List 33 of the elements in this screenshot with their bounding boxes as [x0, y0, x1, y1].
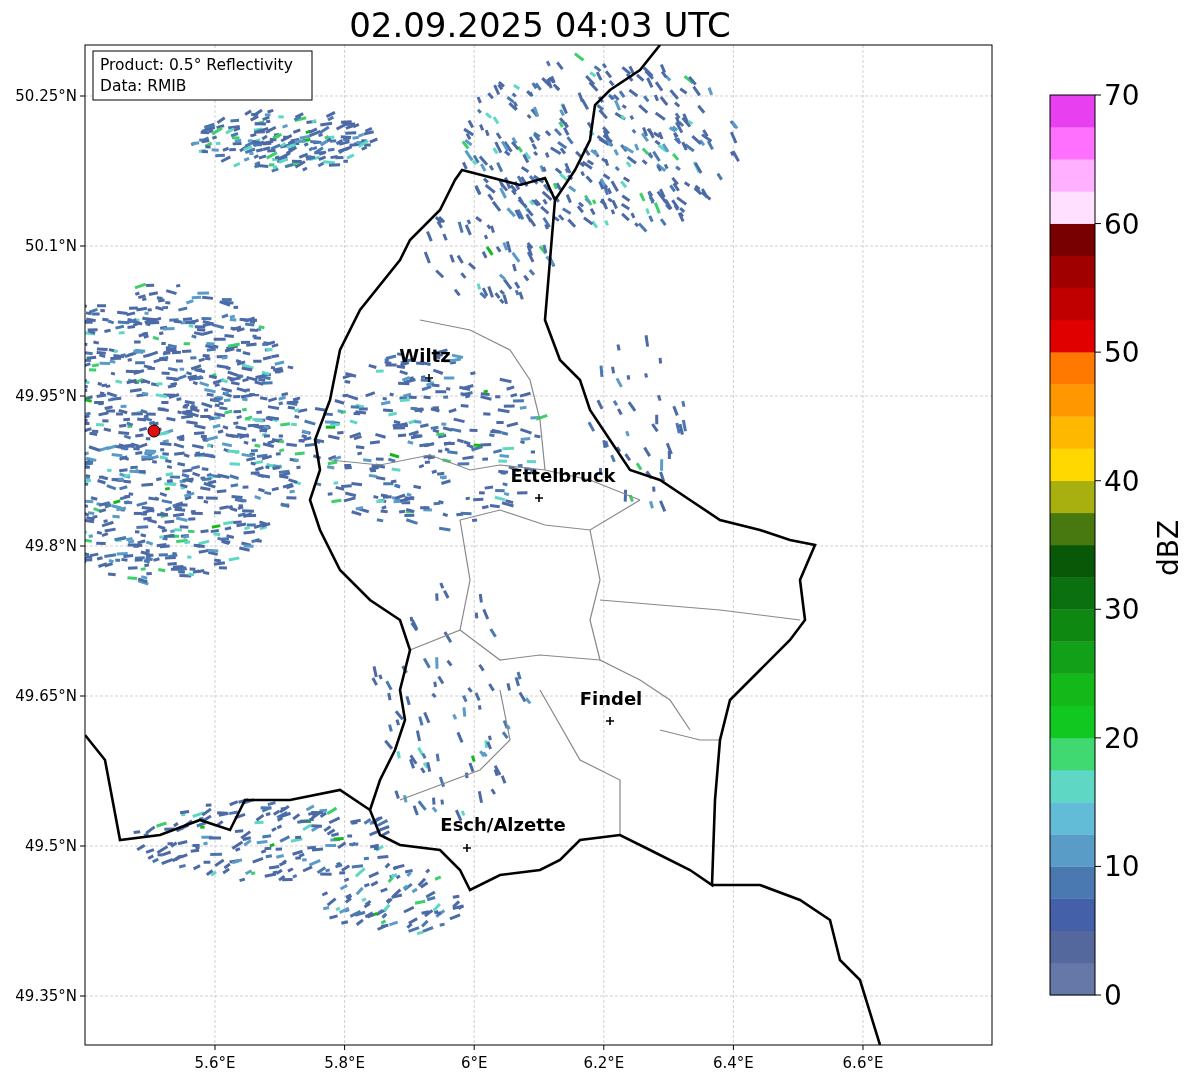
colorbar-tick-label: 10	[1104, 850, 1140, 884]
plus-marker-icon	[462, 843, 472, 853]
plus-marker-icon	[424, 373, 434, 383]
colorbar-tick-label: 60	[1104, 207, 1140, 241]
latitude-label: 49.65°N	[15, 687, 77, 705]
city-label: Ettelbruck	[510, 465, 616, 486]
colorbar-title: dBZ	[1152, 519, 1184, 577]
colorbar-tick-label: 70	[1104, 79, 1140, 112]
colorbar-tick-label: 50	[1104, 336, 1140, 370]
colorbar-tick-label: 40	[1104, 464, 1140, 498]
info-text: Product: 0.5° Reflectivity	[100, 56, 293, 74]
longitude-label: 5.8°E	[324, 1054, 365, 1072]
chart-title: 02.09.2025 04:03 UTC	[349, 5, 731, 45]
latitude-label: 49.8°N	[24, 537, 77, 555]
latitude-label: 49.35°N	[15, 987, 77, 1005]
longitude-label: 6.6°E	[842, 1054, 884, 1072]
latitude-label: 49.95°N	[15, 387, 77, 405]
longitude-label: 5.6°E	[194, 1054, 236, 1072]
info-text: Data: RMIB	[100, 77, 187, 95]
colorbar-tick-label: 20	[1104, 721, 1140, 755]
longitude-label: 6.4°E	[713, 1054, 754, 1072]
latitude-label: 50.1°N	[24, 237, 77, 255]
plus-marker-icon	[605, 716, 615, 726]
latitude-label: 49.5°N	[24, 837, 77, 855]
longitude-label: 6.2°E	[583, 1054, 625, 1072]
latitude-label: 50.25°N	[15, 87, 77, 105]
city-label: Esch/Alzette	[440, 814, 566, 835]
plus-marker-icon	[534, 493, 544, 503]
city-label: Findel	[579, 688, 643, 709]
longitude-label: 6°E	[460, 1054, 488, 1072]
colorbar-tick-label: 30	[1104, 593, 1140, 627]
radar-site-dot	[147, 424, 161, 438]
colorbar-tick-label: 0	[1104, 979, 1122, 1012]
